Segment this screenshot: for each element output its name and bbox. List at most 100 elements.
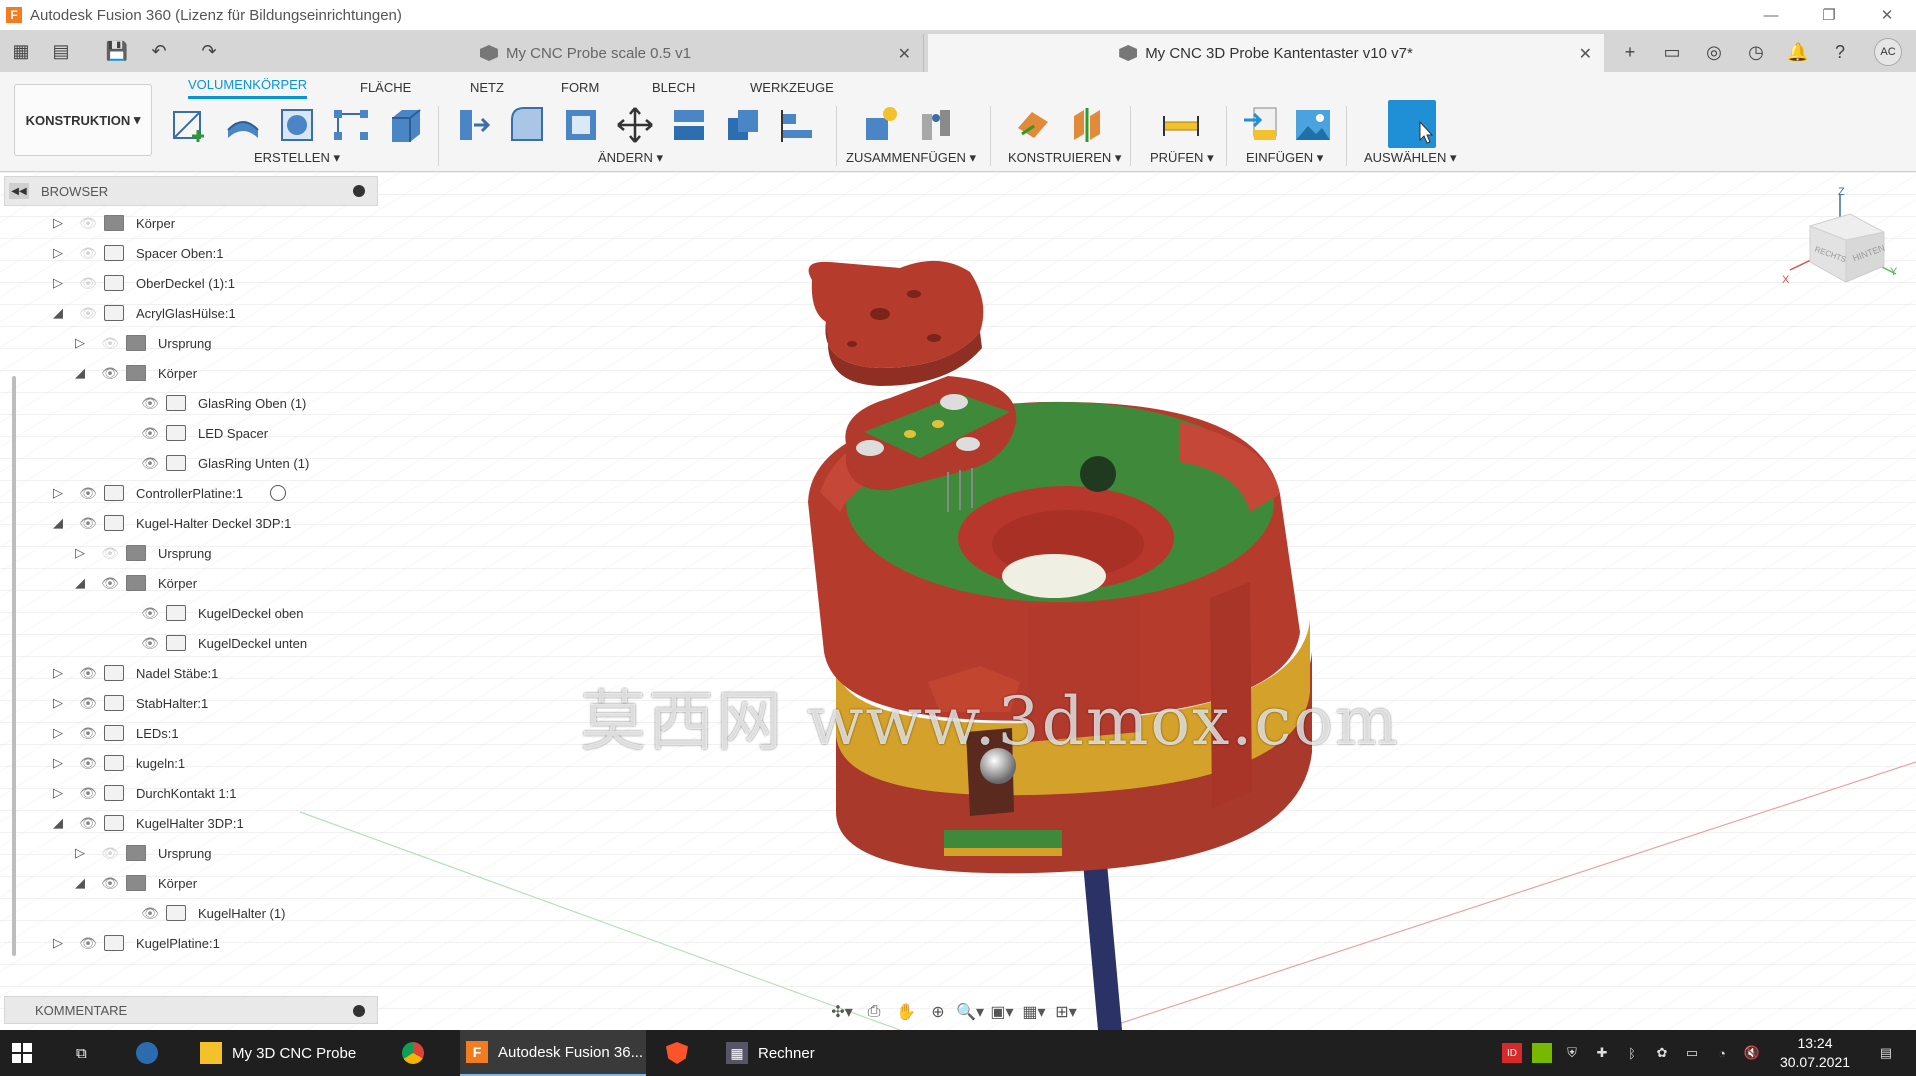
browser-item[interactable]: ▷ 👁 DurchKontakt 1:1 [4,778,378,808]
browser-item[interactable]: ▷ 👁 KugelPlatine:1 [4,928,378,958]
create-sketch-icon[interactable] [168,104,210,146]
comments-panel[interactable]: KOMMENTARE [4,996,378,1024]
browser-item[interactable]: ▷ 👁 Spacer Oben:1 [4,238,378,268]
expand-triangle-icon[interactable]: ▷ [50,245,66,261]
doc-tab-2[interactable]: My CNC 3D Probe Kantentaster v10 v7* ✕ [928,34,1604,72]
comments-pin-icon[interactable] [353,1005,365,1017]
move-icon[interactable] [614,104,656,146]
pattern-icon[interactable] [330,104,372,146]
display-settings-icon[interactable]: ▣▾ [986,1000,1018,1024]
group-pruefen[interactable]: PRÜFEN ▾ [1150,150,1214,166]
visibility-eye-icon[interactable]: 👁 [100,875,120,891]
visibility-eye-icon[interactable]: 👁 [78,725,98,741]
browser-item[interactable]: ▷ 👁 Körper [4,208,378,238]
collapse-triangle-icon[interactable]: ◢ [72,365,88,381]
doc-tab-1[interactable]: My CNC Probe scale 0.5 v1 ✕ [248,34,924,72]
visibility-eye-icon[interactable]: 👁 [100,845,120,861]
offset-plane-construct-icon[interactable] [1012,104,1054,146]
taskbar-app-icon[interactable] [136,1030,172,1076]
file-menu-icon[interactable]: ▤ [48,38,74,64]
insert-canvas-icon[interactable] [1292,104,1334,146]
visibility-eye-icon[interactable]: 👁 [78,935,98,951]
taskbar-item-chrome[interactable] [402,1030,442,1076]
expand-triangle-icon[interactable]: ▷ [50,785,66,801]
group-erstellen[interactable]: ERSTELLEN ▾ [254,150,340,166]
taskbar-item-brave[interactable] [666,1030,702,1076]
save-icon[interactable]: 💾 [104,38,130,64]
browser-item[interactable]: ◢ 👁 Körper [4,568,378,598]
collapse-browser-icon[interactable]: ◀◀ [9,183,29,199]
tab-flaeche[interactable]: FLÄCHE [360,75,411,99]
close-tab-icon[interactable]: ✕ [898,44,911,64]
browser-item[interactable]: 👁 KugelDeckel oben [4,598,378,628]
midplane-icon[interactable] [1066,104,1108,146]
visibility-eye-icon[interactable]: 👁 [140,905,160,921]
group-einfuegen[interactable]: EINFÜGEN ▾ [1246,150,1323,166]
notifications-icon[interactable]: 🔔 [1784,38,1812,66]
revolve-icon[interactable] [276,104,318,146]
collapse-triangle-icon[interactable]: ◢ [50,305,66,321]
expand-triangle-icon[interactable]: ▷ [72,845,88,861]
browser-item[interactable]: 👁 LED Spacer [4,418,378,448]
visibility-eye-icon[interactable]: 👁 [78,215,98,231]
close-window-button[interactable]: ✕ [1864,0,1910,30]
browser-item[interactable]: 👁 GlasRing Unten (1) [4,448,378,478]
browser-item[interactable]: ◢ 👁 Kugel-Halter Deckel 3DP:1 [4,508,378,538]
wifi-icon[interactable]: ◔ [1712,1043,1732,1063]
browser-item[interactable]: 👁 KugelDeckel unten [4,628,378,658]
expand-triangle-icon[interactable]: ▷ [50,935,66,951]
viewcube[interactable]: Z X Y RECHTS HINTEN [1780,186,1900,296]
browser-item[interactable]: ▷ 👁 Ursprung [4,538,378,568]
collapse-triangle-icon[interactable]: ◢ [72,575,88,591]
tab-form[interactable]: FORM [561,75,599,99]
clock[interactable]: 13:24 30.07.2021 [1770,1034,1860,1072]
bluetooth-icon[interactable]: ᛒ [1622,1043,1642,1063]
comments-icon[interactable]: ▭ [1658,38,1686,66]
volume-icon[interactable]: 🔇 [1742,1043,1762,1063]
activate-component-radio-icon[interactable] [270,485,286,501]
taskbar-item-calculator[interactable]: ▦ Rechner [726,1030,846,1076]
browser-item[interactable]: ◢ 👁 Körper [4,358,378,388]
browser-item[interactable]: ▷ 👁 Ursprung [4,328,378,358]
fit-icon[interactable]: 🔍▾ [954,1000,986,1024]
pan-icon[interactable]: ✋ [890,1000,922,1024]
expand-triangle-icon[interactable]: ▷ [72,335,88,351]
new-component-icon[interactable] [860,104,902,146]
visibility-eye-icon[interactable]: 👁 [78,665,98,681]
visibility-eye-icon[interactable]: 👁 [140,425,160,441]
security-icon[interactable]: ⛨ [1562,1043,1582,1063]
taskbar-item-folder[interactable]: My 3D CNC Probe [200,1030,380,1076]
tab-volumenkoerper[interactable]: VOLUMENKÖRPER [188,75,308,99]
collapse-triangle-icon[interactable]: ◢ [72,875,88,891]
visibility-eye-icon[interactable]: 👁 [78,485,98,501]
expand-triangle-icon[interactable]: ▷ [50,695,66,711]
expand-triangle-icon[interactable]: ▷ [50,725,66,741]
browser-item[interactable]: ▷ 👁 Nadel Stäbe:1 [4,658,378,688]
visibility-eye-icon[interactable]: 👁 [140,395,160,411]
antivirus-icon[interactable]: ✚ [1592,1043,1612,1063]
fillet-icon[interactable] [506,104,548,146]
expand-triangle-icon[interactable]: ▷ [72,545,88,561]
expand-triangle-icon[interactable]: ▷ [50,275,66,291]
insert-svg-icon[interactable] [1240,104,1282,146]
browser-item[interactable]: 👁 GlasRing Oben (1) [4,388,378,418]
browser-item[interactable]: ▷ 👁 Ursprung [4,838,378,868]
visibility-eye-icon[interactable]: 👁 [100,545,120,561]
joint-icon[interactable] [916,104,958,146]
expand-triangle-icon[interactable]: ▷ [50,665,66,681]
start-button[interactable] [12,1030,48,1076]
box-icon[interactable] [384,104,426,146]
visibility-eye-icon[interactable]: 👁 [100,575,120,591]
undo-icon[interactable]: ↶ [146,38,172,64]
tab-blech[interactable]: BLECH [652,75,695,99]
group-zusammenfuegen[interactable]: ZUSAMMENFÜGEN ▾ [846,150,976,166]
visibility-eye-icon[interactable]: 👁 [140,605,160,621]
press-pull-icon[interactable] [452,104,494,146]
group-auswaehlen[interactable]: AUSWÄHLEN ▾ [1364,150,1457,166]
nvidia-icon[interactable] [1532,1043,1552,1063]
visibility-eye-icon[interactable]: 👁 [78,785,98,801]
browser-item[interactable]: ▷ 👁 ControllerPlatine:1 [4,478,378,508]
grid-settings-icon[interactable]: ▦▾ [1018,1000,1050,1024]
align-icon[interactable] [668,104,710,146]
zoom-icon[interactable]: ⊕ [922,1000,954,1024]
